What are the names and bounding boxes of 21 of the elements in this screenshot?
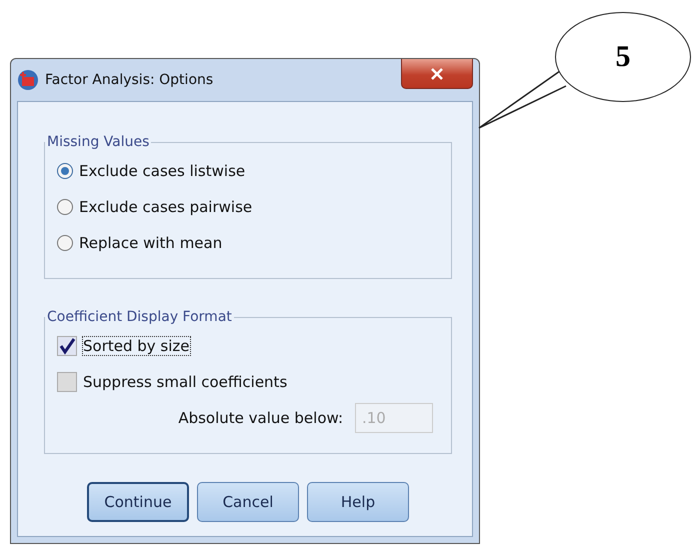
app-icon bbox=[17, 69, 39, 91]
checkbox[interactable] bbox=[57, 372, 77, 392]
close-button[interactable] bbox=[401, 59, 473, 89]
radio-label: Exclude cases listwise bbox=[79, 162, 246, 180]
dialog-button[interactable]: Continue bbox=[87, 482, 189, 522]
radio-button[interactable] bbox=[57, 235, 73, 251]
radio-button[interactable] bbox=[57, 199, 73, 215]
radio-label: Replace with mean bbox=[79, 234, 222, 252]
dialog-button[interactable]: Cancel bbox=[197, 482, 299, 522]
dialog-button[interactable]: Help bbox=[307, 482, 409, 522]
checkbox-label: Sorted by size bbox=[83, 337, 190, 355]
close-icon bbox=[430, 68, 444, 80]
window-title: Factor Analysis: Options bbox=[45, 72, 214, 88]
field-label: Absolute value below: bbox=[178, 409, 343, 427]
group-title: Missing Values bbox=[46, 134, 150, 150]
radio-label: Exclude cases pairwise bbox=[79, 198, 252, 216]
callout-number: 5 bbox=[616, 40, 630, 74]
checkbox[interactable] bbox=[57, 336, 77, 356]
group-title: Coefficient Display Format bbox=[46, 309, 233, 325]
radio-button[interactable] bbox=[57, 163, 73, 179]
checkbox-label: Suppress small coefficients bbox=[83, 373, 288, 391]
